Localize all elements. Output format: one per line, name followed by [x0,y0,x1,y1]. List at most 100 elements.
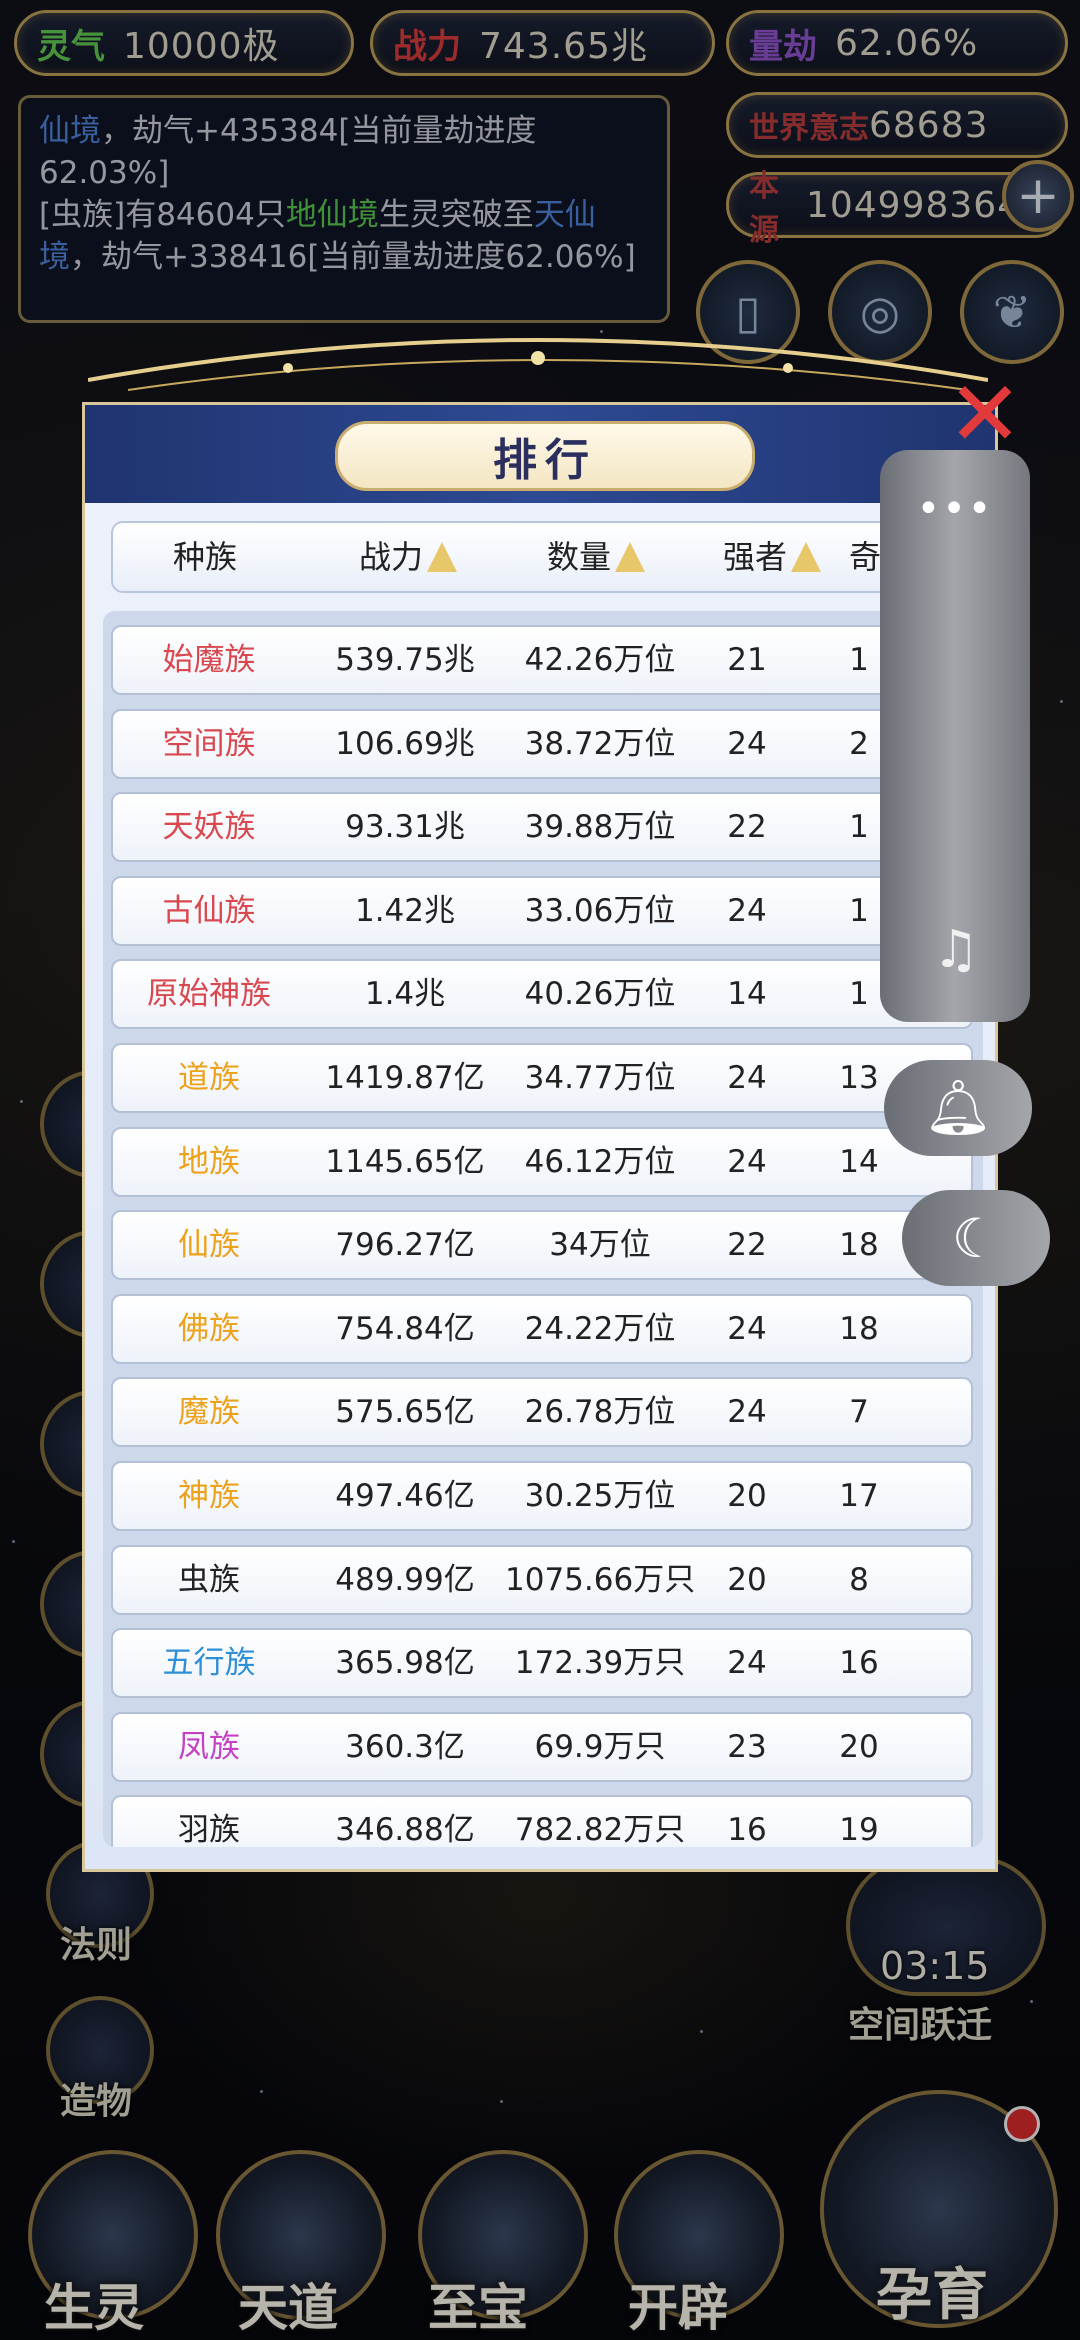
race-cell: 仙族 [178,1227,240,1264]
power-cell: 360.3亿 [345,1728,465,1765]
race-cell: 原始神族 [147,976,271,1013]
race-cell: 古仙族 [162,892,256,929]
ranking-modal: 排行 种族 战力 数量 强者 奇 始魔族 539.75兆 42.26万位 21 1 空间族… [82,402,998,1872]
strong-cell: 22 [727,809,767,846]
count-cell: 34.77万位 [524,1060,676,1096]
count-cell: 33.06万位 [524,892,676,929]
table-row[interactable]: 魔族 575.65亿 26.78万位 24 7 [111,1377,973,1448]
count-cell: 30.25万位 [524,1478,676,1514]
sort-arrow-icon [791,542,822,572]
table-row[interactable]: 佛族 754.84亿 24.22万位 24 18 [111,1293,973,1364]
count-cell: 26.78万位 [524,1394,676,1431]
strong-cell: 23 [727,1728,767,1765]
table-row[interactable]: 虫族 489.99亿 1075.66万只 20 8 [111,1544,973,1615]
col-qi[interactable]: 奇 [849,523,881,591]
race-cell: 天妖族 [162,809,256,846]
race-cell: 地族 [178,1143,240,1180]
power-cell: 796.27亿 [335,1227,475,1264]
strong-cell: 24 [727,1645,767,1682]
power-cell: 1419.87亿 [325,1060,485,1096]
race-cell: 始魔族 [162,642,256,678]
count-cell: 1075.66万只 [505,1561,696,1598]
col-strong[interactable]: 强者 [723,523,822,591]
qi-cell: 7 [849,1394,869,1431]
power-cell: 365.98亿 [335,1645,475,1682]
strong-cell: 22 [727,1227,767,1264]
power-cell: 754.84亿 [335,1310,475,1347]
race-cell: 魔族 [178,1394,240,1431]
strong-cell: 24 [727,725,767,762]
power-cell: 497.46亿 [335,1478,475,1514]
table-row[interactable]: 五行族 365.98亿 172.39万只 24 16 [111,1628,973,1699]
count-cell: 42.26万位 [524,642,676,678]
table-row[interactable]: 地族 1145.65亿 46.12万位 24 14 [111,1126,973,1197]
race-cell: 神族 [178,1478,240,1514]
race-cell: 羽族 [178,1812,240,1847]
strong-cell: 21 [727,642,767,678]
floating-panel: ••• ♫ [880,450,1030,1022]
col-power[interactable]: 战力 [359,523,458,591]
table-row[interactable]: 羽族 346.88亿 782.82万只 16 19 [111,1795,973,1847]
qi-cell: 20 [839,1728,879,1765]
count-cell: 172.39万只 [514,1645,686,1682]
bell-icon: 🔔︎ [923,1076,993,1139]
power-cell: 346.88亿 [335,1812,475,1847]
power-cell: 1.4兆 [364,976,446,1013]
power-cell: 575.65亿 [335,1394,475,1431]
race-cell: 虫族 [178,1561,240,1598]
strong-cell: 16 [727,1812,767,1847]
more-icon[interactable]: ••• [880,486,1030,532]
power-cell: 93.31兆 [345,809,465,846]
strong-cell: 24 [727,1394,767,1431]
table-row[interactable]: 始魔族 539.75兆 42.26万位 21 1 [111,625,973,695]
strong-cell: 24 [727,1310,767,1347]
table-row[interactable]: 古仙族 1.42兆 33.06万位 24 1 [111,875,973,946]
qi-cell: 18 [839,1227,879,1264]
col-race: 种族 [173,538,238,576]
strong-cell: 24 [727,892,767,929]
strong-cell: 20 [727,1561,767,1598]
qi-cell: 19 [839,1812,879,1847]
table-row[interactable]: 空间族 106.69兆 38.72万位 24 2 [111,708,973,779]
count-cell: 39.88万位 [524,809,676,846]
count-cell: 24.22万位 [524,1310,676,1347]
music-off-icon[interactable]: ♫ [926,920,986,980]
qi-cell: 8 [849,1561,869,1598]
qi-cell: 16 [839,1645,879,1682]
count-cell: 38.72万位 [524,725,676,762]
table-row[interactable]: 仙族 796.27亿 34万位 22 18 [111,1210,973,1281]
sort-arrow-icon [427,542,458,572]
table-row[interactable]: 原始神族 1.4兆 40.26万位 14 1 [111,959,973,1030]
strong-cell: 20 [727,1478,767,1514]
night-mode-button[interactable]: ☾ [902,1190,1050,1286]
power-cell: 106.69兆 [335,725,475,762]
sort-arrow-icon [615,542,646,572]
table-row[interactable]: 道族 1419.87亿 34.77万位 24 13 [111,1043,973,1113]
power-cell: 489.99亿 [335,1561,475,1598]
count-cell: 46.12万位 [524,1143,676,1180]
modal-top-ornament [88,338,988,391]
count-cell: 69.9万只 [534,1728,666,1765]
race-cell: 凤族 [178,1728,240,1765]
power-cell: 539.75兆 [335,642,475,678]
qi-cell: 18 [839,1310,879,1347]
table-row[interactable]: 天妖族 93.31兆 39.88万位 22 1 [111,792,973,863]
race-cell: 佛族 [178,1310,240,1347]
close-icon[interactable]: ✕ [940,370,1030,460]
ranking-list[interactable]: 始魔族 539.75兆 42.26万位 21 1 空间族 106.69兆 38.72万位 24 2… [103,611,983,1847]
power-cell: 1145.65亿 [325,1143,485,1180]
modal-title: 排行 [335,421,755,491]
bell-button[interactable]: 🔔︎ [884,1060,1032,1156]
strong-cell: 14 [727,976,767,1013]
race-cell: 空间族 [162,725,256,762]
count-cell: 782.82万只 [514,1812,686,1847]
strong-cell: 24 [727,1060,767,1096]
col-count[interactable]: 数量 [547,523,646,591]
count-cell: 40.26万位 [524,976,676,1013]
table-header: 种族 战力 数量 强者 奇 [111,521,975,593]
strong-cell: 24 [727,1143,767,1180]
count-cell: 34万位 [549,1227,651,1264]
table-row[interactable]: 神族 497.46亿 30.25万位 20 17 [111,1461,973,1531]
table-row[interactable]: 凤族 360.3亿 69.9万只 23 20 [111,1711,973,1782]
power-cell: 1.42兆 [354,892,456,929]
